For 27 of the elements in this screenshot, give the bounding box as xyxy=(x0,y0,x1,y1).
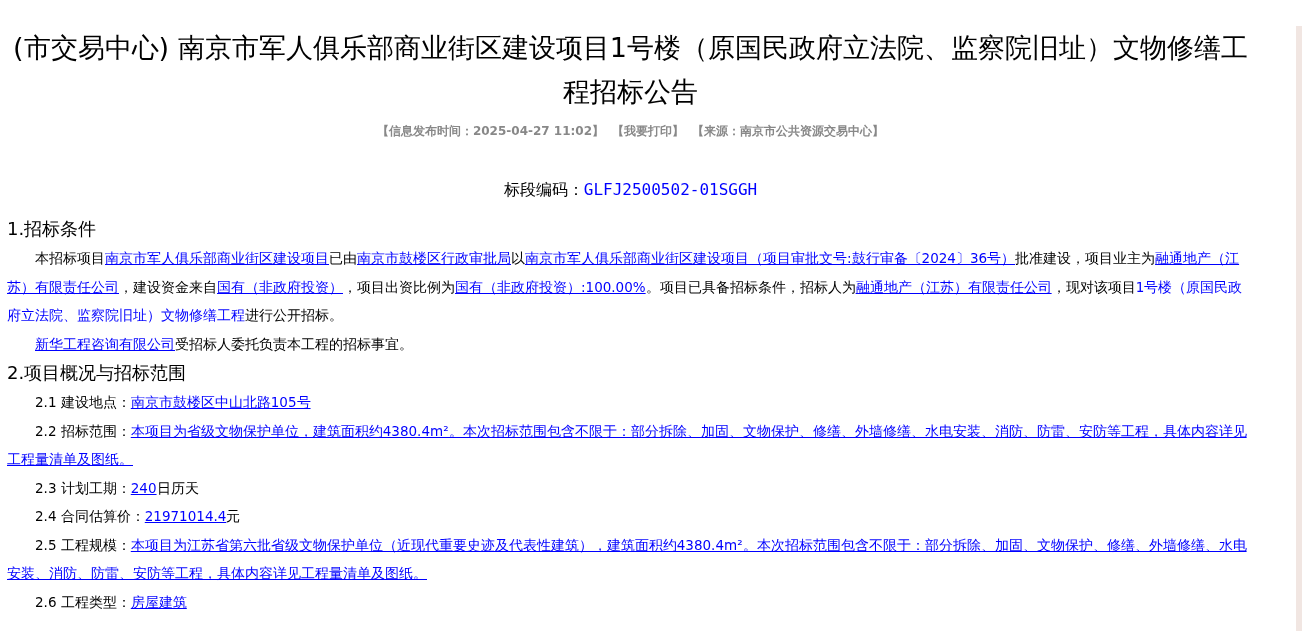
paragraph: 2.6 工程类型：房屋建筑 xyxy=(34,592,188,612)
paragraph: 2.4 合同估算价：21971014.4元 xyxy=(34,507,242,526)
meta-text: 【信息发布时间：2025-04-27 11:02】 xyxy=(376,124,605,138)
section-heading: 2.项目概况与招标范围 xyxy=(7,361,188,385)
link[interactable]: 21971014.4 xyxy=(144,508,227,524)
meta-text: 【来源：南京市公共资源交易中心】 xyxy=(692,124,885,138)
paragraph: 本招标项目南京市军人俱乐部商业街区建设项目 已由南京市鼓楼区行政审批局以南京市军人俱乐部商业街区建设项目（项目审批文号:鼓行审备〔2024〕36号）批准建设，项目业主为融通地产（江苏）有限责任公司，建设资金来自 国有（非政府投资），项目出资比例为国有（非政府投资）:100.00%。项目已具备招标条件，招标人为融通地产（江苏）有限责任公司，现对该项目 1号楼（原国民政府立法院、监察院旧址）文物修缮工程进行公开招标。 xyxy=(7,249,1244,325)
link[interactable]: 国有（非政府投资）:100.00% xyxy=(455,278,646,295)
section-heading: 1.招标条件 xyxy=(7,217,98,241)
paragraph: 2.1 建设地点：南京市鼓楼区中山北路105号 xyxy=(34,393,312,412)
link[interactable]: 融通地产（江苏）有限责任公司 xyxy=(855,278,1052,295)
paragraph: 2.2 招标范围：本项目为省级文物保护单位，建筑面积约4380.4m²。本次招标范围包含不限于：部分拆除、加固、文物保护、修缮、外墙修缮、水电安装、消防、防雷、安防等工程，具体内容详见工程量清单及图纸。 xyxy=(7,421,1248,469)
link[interactable]: 国有（非政府投资） xyxy=(217,278,343,295)
link[interactable]: 南京市鼓楼区中山北路105号 xyxy=(130,394,311,410)
paragraph: 2.5 工程规模：本项目为江苏省第六批省级文物保护单位（近现代重要史迹及代表性建筑），建筑面积约4380.4m²。本次招标范围包含不限于：部分拆除、加固、文物保护、修缮、外墙修缮、水电安装、消防、防雷、安防等工程，具体内容详见工程量清单及图纸。 xyxy=(7,535,1248,583)
link[interactable]: 240 xyxy=(130,479,157,496)
link[interactable]: 南京市军人俱乐部商业街区建设项目（项目审批文号:鼓行审备〔2024〕36号） xyxy=(525,250,1016,266)
link[interactable]: 南京市军人俱乐部商业街区建设项目 xyxy=(105,250,329,266)
link[interactable]: 新华工程咨询有限公司 xyxy=(35,335,175,352)
link[interactable]: 房屋建筑 xyxy=(130,593,187,610)
paragraph: 新华工程咨询有限公司 受招标人委托负责本工程的招标事宜。 xyxy=(34,334,414,354)
page-title: (市交易中心) 南京市军人俱乐部商业街区建设项目1号楼（原国民政府立法院、监察院旧址）文物修缮工程招标公告 xyxy=(12,31,1249,109)
paragraph: 2.3 计划工期：240 日历天 xyxy=(34,478,200,498)
meta-text: 【我要打印】 xyxy=(612,124,685,138)
link[interactable]: 南京市鼓楼区行政审批局 xyxy=(357,250,511,266)
code-label: 标段编码： xyxy=(503,180,584,199)
code-value: GLFJ2500502-01SGGH xyxy=(583,180,758,199)
